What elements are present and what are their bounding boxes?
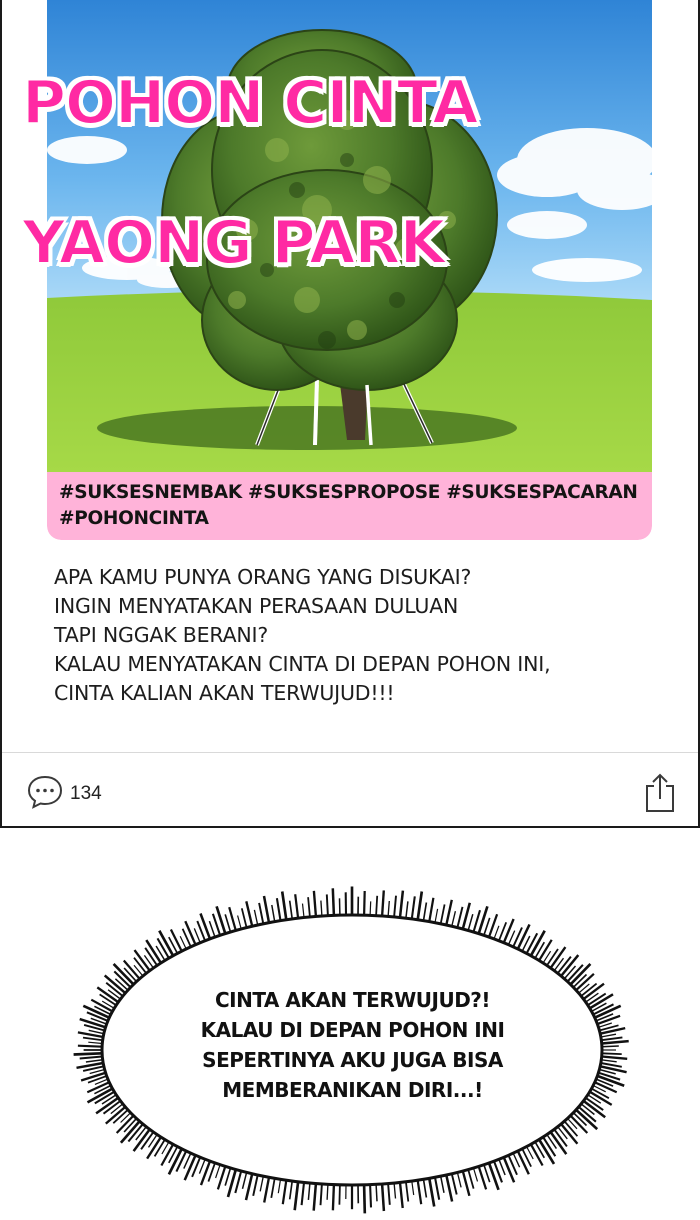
post-card: #SUKSESNEMBAK #SUKSESPROPOSE #SUKSESPACA… (0, 0, 700, 828)
share-icon (642, 773, 678, 818)
post-title-line: YAONG PARK (21, 207, 447, 279)
post-body-line: APA KAMU PUNYA ORANG YANG DISUKAI? (54, 565, 472, 589)
comment-count: 134 (70, 783, 102, 804)
post-body: APA KAMU PUNYA ORANG YANG DISUKAI? INGIN… (54, 563, 654, 708)
post-title-line: POHON CINTA (21, 67, 480, 139)
speech-line: KALAU DI DEPAN POHON INI (200, 1018, 505, 1042)
post-body-line: CINTA KALIAN AKAN TERWUJUD!!! (54, 681, 395, 705)
hashtag-bar: #SUKSESNEMBAK #SUKSESPROPOSE #SUKSESPACA… (47, 472, 652, 540)
speech-line: CINTA AKAN TERWUJUD?! (214, 988, 491, 1012)
comment-bubble-icon (26, 774, 64, 815)
post-body-line: TAPI NGGAK BERANI? (54, 623, 269, 647)
share-button[interactable] (642, 772, 678, 814)
speech-bubble-text: CINTA AKAN TERWUJUD?! KALAU DI DEPAN POH… (60, 985, 645, 1105)
hashtag[interactable]: #POHONCINTA (59, 508, 209, 529)
post-title: POHON CINTA YAONG PARK (21, 0, 480, 348)
comic-page: #SUKSESNEMBAK #SUKSESPROPOSE #SUKSESPACA… (0, 0, 700, 1220)
post-body-line: INGIN MENYATAKAN PERASAAN DULUAN (54, 594, 459, 618)
speech-line: MEMBERANIKAN DIRI...! (222, 1078, 483, 1102)
hashtag[interactable]: #SUKSESPROPOSE (248, 482, 440, 503)
hashtag[interactable]: #SUKSESPACARAN (446, 482, 638, 503)
speech-line: SEPERTINYA AKU JUGA BISA (202, 1048, 503, 1072)
hashtag[interactable]: #SUKSESNEMBAK (59, 482, 242, 503)
post-divider (2, 752, 698, 753)
comment-button[interactable]: 134 (26, 774, 102, 815)
post-body-line: KALAU MENYATAKAN CINTA DI DEPAN POHON IN… (54, 652, 551, 676)
speech-bubble: CINTA AKAN TERWUJUD?! KALAU DI DEPAN POH… (60, 880, 645, 1220)
